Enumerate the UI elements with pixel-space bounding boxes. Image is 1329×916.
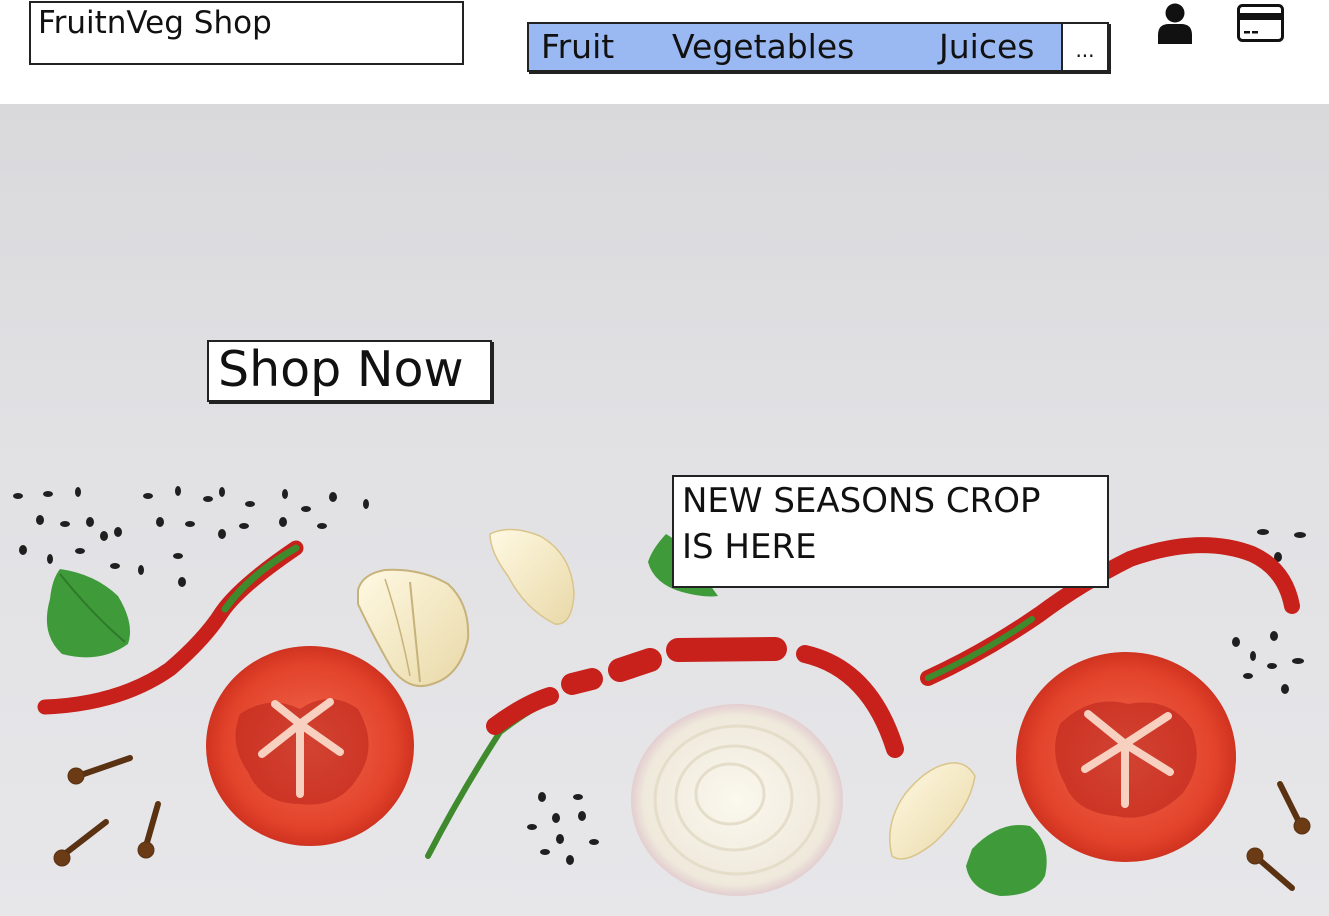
announcement-box: NEW SEASONS CROP IS HERE xyxy=(672,475,1109,588)
nav-item-fruit[interactable]: Fruit xyxy=(541,30,614,63)
nav-item-vegetables[interactable]: Vegetables xyxy=(672,30,854,63)
hero-vegetables-image xyxy=(13,486,1311,896)
credit-card-icon[interactable] xyxy=(1237,4,1284,42)
hero-banner: Shop Now NEW SEASONS CROP IS HERE xyxy=(0,104,1329,916)
nav-more-button[interactable]: ... xyxy=(1061,24,1107,70)
user-icon[interactable] xyxy=(1157,2,1193,44)
site-logo[interactable]: FruitnVeg Shop xyxy=(29,1,464,65)
announcement-line-2: IS HERE xyxy=(682,527,817,567)
announcement-line-1: NEW SEASONS CROP xyxy=(682,481,1041,521)
main-nav: Fruit Vegetables Juices ... xyxy=(527,22,1109,72)
shop-now-button[interactable]: Shop Now xyxy=(207,340,492,402)
nav-item-juices[interactable]: Juices xyxy=(939,30,1034,63)
site-logo-text: FruitnVeg Shop xyxy=(38,5,272,41)
